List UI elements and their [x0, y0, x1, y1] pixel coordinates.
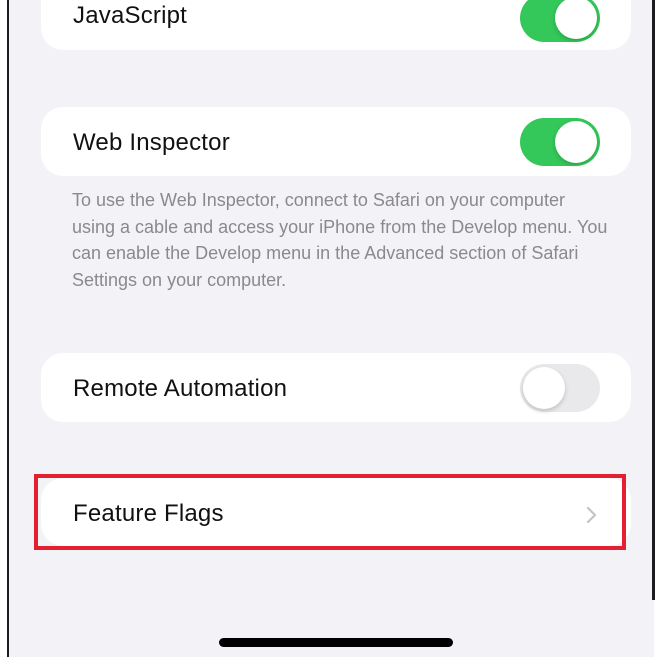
toggle-knob	[555, 0, 597, 39]
javascript-toggle[interactable]	[520, 0, 600, 42]
settings-screen: JavaScript Web Inspector To use the Web …	[7, 0, 654, 657]
web-inspector-footnote: To use the Web Inspector, connect to Saf…	[72, 190, 608, 290]
home-indicator[interactable]	[219, 638, 453, 647]
device-edge	[652, 0, 655, 600]
web-inspector-row[interactable]: Web Inspector	[41, 107, 631, 176]
toggle-knob	[523, 367, 565, 409]
javascript-label: JavaScript	[73, 2, 188, 29]
remote-automation-row[interactable]: Remote Automation	[41, 353, 631, 422]
web-inspector-label: Web Inspector	[73, 129, 230, 156]
remote-automation-label: Remote Automation	[73, 375, 288, 402]
javascript-row[interactable]: JavaScript	[41, 0, 631, 50]
web-inspector-toggle[interactable]	[520, 118, 600, 166]
remote-automation-toggle[interactable]	[520, 364, 600, 412]
toggle-knob	[555, 121, 597, 163]
feature-flags-highlight-box	[34, 474, 626, 550]
